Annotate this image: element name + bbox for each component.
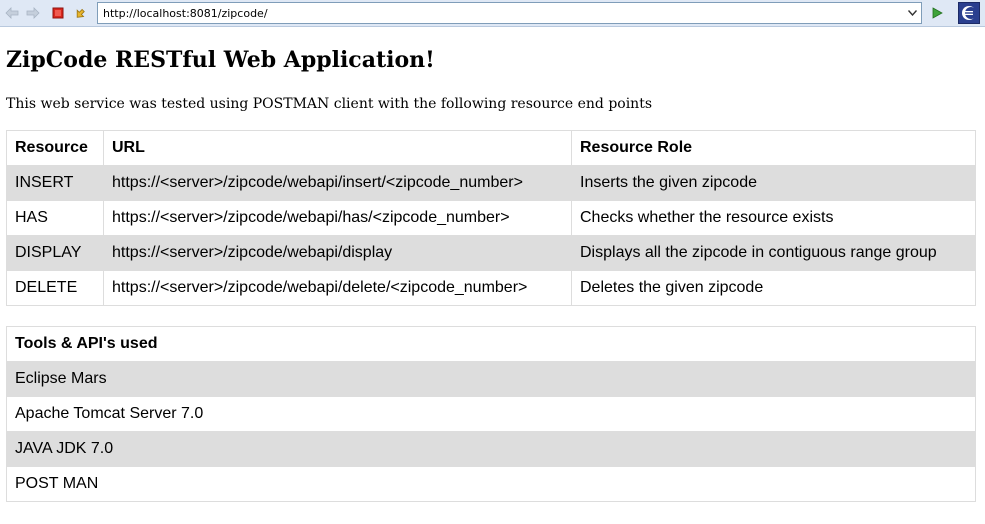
resource-cell: DISPLAY (6, 235, 104, 271)
table-row: POST MAN (6, 466, 976, 502)
role-cell: Inserts the given zipcode (571, 165, 976, 201)
page-title: ZipCode RESTful Web Application! (6, 47, 435, 73)
browser-toolbar (0, 0, 985, 27)
refresh-icon[interactable] (72, 5, 88, 21)
eclipse-logo-icon[interactable] (958, 2, 980, 24)
back-arrow-icon[interactable] (4, 5, 20, 21)
header-resource: Resource (6, 130, 104, 166)
table-row: JAVA JDK 7.0 (6, 431, 976, 467)
tools-table: Tools & API's used Eclipse Mars Apache T… (6, 326, 976, 502)
address-bar[interactable] (97, 2, 922, 24)
stop-icon[interactable] (50, 5, 66, 21)
chevron-down-icon[interactable] (905, 6, 919, 20)
resource-cell: DELETE (6, 270, 104, 306)
header-url: URL (103, 130, 572, 166)
role-cell: Displays all the zipcode in contiguous r… (571, 235, 976, 271)
header-resource-role: Resource Role (571, 130, 976, 166)
resources-table: Resource URL Resource Role INSERT https:… (6, 130, 976, 306)
url-cell: https://<server>/zipcode/webapi/delete/<… (103, 270, 572, 306)
role-cell: Checks whether the resource exists (571, 200, 976, 236)
resource-cell: INSERT (6, 165, 104, 201)
role-cell: Deletes the given zipcode (571, 270, 976, 306)
go-play-icon[interactable] (929, 5, 945, 21)
table-row: Eclipse Mars (6, 361, 976, 397)
table-row: DELETE https://<server>/zipcode/webapi/d… (6, 270, 976, 306)
forward-arrow-icon[interactable] (25, 5, 41, 21)
url-cell: https://<server>/zipcode/webapi/insert/<… (103, 165, 572, 201)
table-row: HAS https://<server>/zipcode/webapi/has/… (6, 200, 976, 236)
tool-cell: JAVA JDK 7.0 (6, 431, 976, 467)
table-header-row: Tools & API's used (6, 326, 976, 362)
url-cell: https://<server>/zipcode/webapi/has/<zip… (103, 200, 572, 236)
table-row: INSERT https://<server>/zipcode/webapi/i… (6, 165, 976, 201)
resource-cell: HAS (6, 200, 104, 236)
tool-cell: Eclipse Mars (6, 361, 976, 397)
table-row: DISPLAY https://<server>/zipcode/webapi/… (6, 235, 976, 271)
intro-text: This web service was tested using POSTMA… (6, 96, 653, 112)
url-input[interactable] (98, 3, 903, 23)
tool-cell: Apache Tomcat Server 7.0 (6, 396, 976, 432)
header-tools: Tools & API's used (6, 326, 976, 362)
url-cell: https://<server>/zipcode/webapi/display (103, 235, 572, 271)
tool-cell: POST MAN (6, 466, 976, 502)
table-row: Apache Tomcat Server 7.0 (6, 396, 976, 432)
table-header-row: Resource URL Resource Role (6, 130, 976, 166)
